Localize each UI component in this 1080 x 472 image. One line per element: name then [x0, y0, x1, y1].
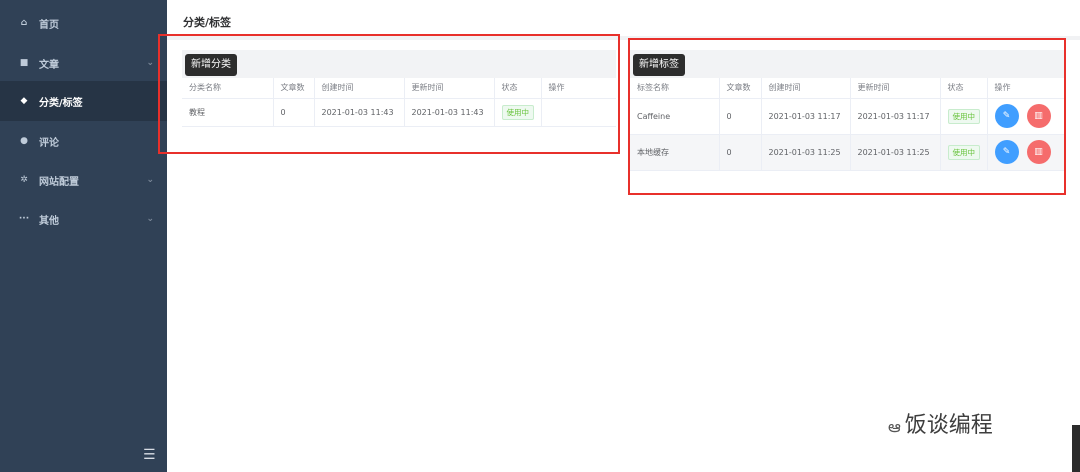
tag-icon: ◆ — [20, 96, 28, 106]
watermark: ఆ 饭谈编程 — [888, 407, 993, 440]
sidebar-item-comments[interactable]: ● 评论 — [0, 121, 167, 161]
sidebar-item-home[interactable]: ⌂ 首页 — [0, 3, 167, 43]
home-icon: ⌂ — [20, 18, 28, 28]
menu-toggle-icon[interactable]: ☰ — [143, 447, 156, 463]
sidebar-item-label: 文章 — [39, 59, 59, 71]
sidebar-item-category-tag[interactable]: ◆ 分类/标签 — [0, 81, 167, 121]
edge-decoration — [1072, 425, 1080, 472]
sidebar-item-label: 其他 — [39, 215, 59, 227]
more-icon: ··· — [18, 214, 30, 224]
chevron-down-icon: ⌄ — [146, 214, 154, 224]
sidebar-item-other[interactable]: ··· 其他 ⌄ — [0, 199, 167, 239]
highlight-box-category — [158, 34, 620, 154]
sidebar-item-label: 评论 — [39, 137, 59, 149]
watermark-text: 饭谈编程 — [904, 413, 993, 438]
sidebar: ⌂ 首页 ■ 文章 ⌄ ◆ 分类/标签 ● 评论 ✲ 网站配置 ⌄ ··· 其他… — [0, 0, 167, 472]
sidebar-item-label: 分类/标签 — [39, 97, 83, 109]
wechat-icon: ఆ — [888, 417, 901, 436]
highlight-box-tag — [628, 38, 1066, 195]
sidebar-item-label: 首页 — [39, 19, 59, 31]
chevron-down-icon: ⌄ — [146, 58, 154, 68]
page-title: 分类/标签 — [183, 16, 232, 29]
sidebar-item-label: 网站配置 — [39, 176, 79, 188]
settings-icon: ✲ — [20, 175, 28, 185]
chevron-down-icon: ⌄ — [146, 175, 154, 185]
comment-icon: ● — [20, 136, 28, 146]
sidebar-item-site-config[interactable]: ✲ 网站配置 ⌄ — [0, 160, 167, 200]
sidebar-item-articles[interactable]: ■ 文章 ⌄ — [0, 43, 167, 83]
document-icon: ■ — [19, 58, 29, 68]
